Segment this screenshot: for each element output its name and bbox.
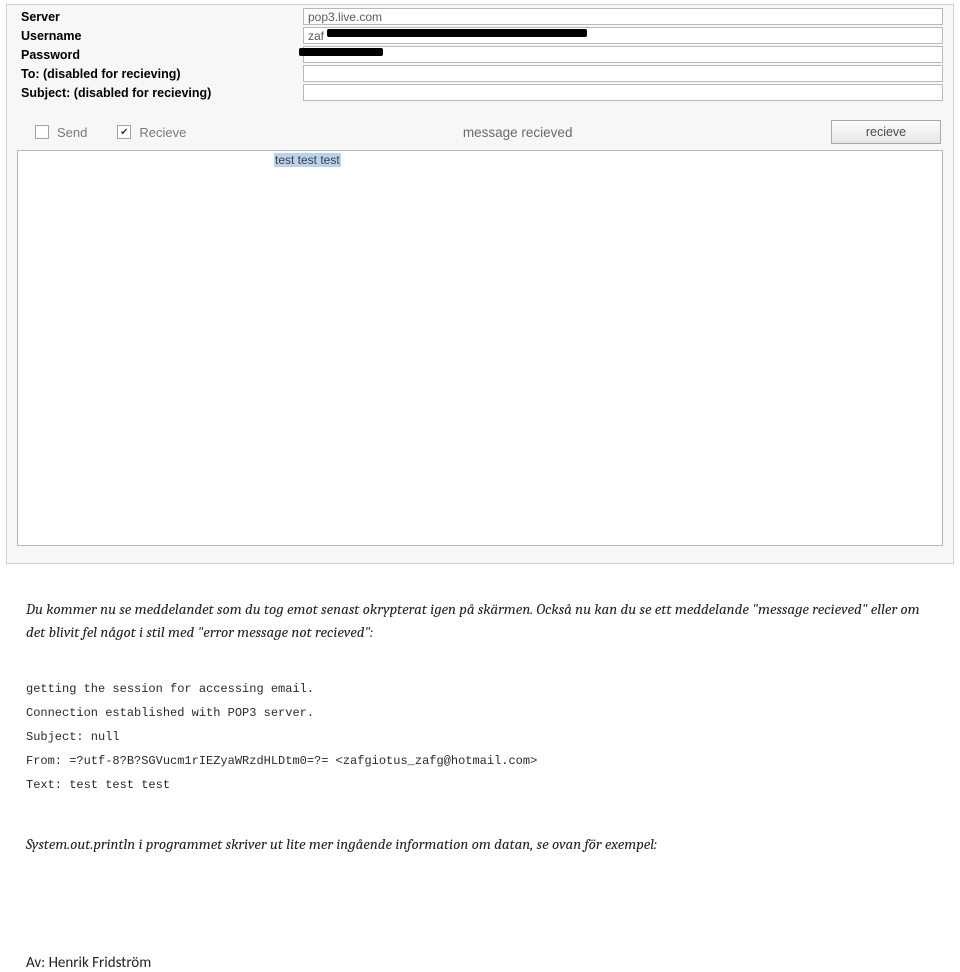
console-line: getting the session for accessing email. [26, 677, 924, 701]
recieve-button[interactable]: recieve [831, 120, 941, 144]
controls-row: Send ✔ Recieve message recieved recieve [7, 108, 953, 144]
send-checkbox[interactable] [35, 125, 49, 139]
recieve-checkbox[interactable]: ✔ [117, 125, 131, 139]
label-username: Username [15, 29, 295, 43]
application-window: Test Frame Server Username Password To: … [6, 4, 954, 564]
password-field[interactable] [303, 46, 943, 63]
row-subject: Subject: (disabled for recieving) [15, 83, 947, 102]
message-textarea[interactable]: test test test [17, 150, 943, 546]
console-line: From: =?utf-8?B?SGVucm1rIEZyaWRzdHLDtm0=… [26, 749, 924, 773]
console-line: Connection established with POP3 server. [26, 701, 924, 725]
to-field[interactable] [303, 65, 943, 82]
document-body-2: System.out.println i programmet skriver … [0, 807, 960, 884]
recieve-checkbox-wrap[interactable]: ✔ Recieve [117, 125, 186, 140]
recieve-checkbox-label: Recieve [139, 125, 186, 140]
doc-paragraph-2: System.out.println i programmet skriver … [26, 833, 924, 856]
form-area: Server Username Password To: (disabled f… [7, 5, 953, 108]
document-body: Du kommer nu se meddelandet som du tog e… [0, 564, 960, 671]
label-to: To: (disabled for recieving) [15, 67, 295, 81]
subject-field[interactable] [303, 84, 943, 101]
doc-paragraph-1: Du kommer nu se meddelandet som du tog e… [26, 598, 924, 643]
console-line: Text: test test test [26, 773, 924, 797]
send-checkbox-label: Send [57, 125, 87, 140]
row-username: Username [15, 26, 947, 45]
send-checkbox-wrap[interactable]: Send [35, 125, 87, 140]
label-password: Password [15, 48, 295, 62]
redaction-bar [327, 29, 587, 37]
label-subject: Subject: (disabled for recieving) [15, 86, 295, 100]
console-line: Subject: null [26, 725, 924, 749]
server-field[interactable] [303, 8, 943, 25]
redaction-bar [299, 48, 383, 56]
row-to: To: (disabled for recieving) [15, 64, 947, 83]
author-line: Av: Henrik Fridström [0, 884, 960, 972]
console-output: getting the session for accessing email.… [26, 677, 924, 797]
row-password: Password [15, 45, 947, 64]
message-selected-text: test test test [274, 153, 341, 167]
label-server: Server [15, 10, 295, 24]
status-message: message recieved [216, 125, 819, 140]
row-server: Server [15, 7, 947, 26]
